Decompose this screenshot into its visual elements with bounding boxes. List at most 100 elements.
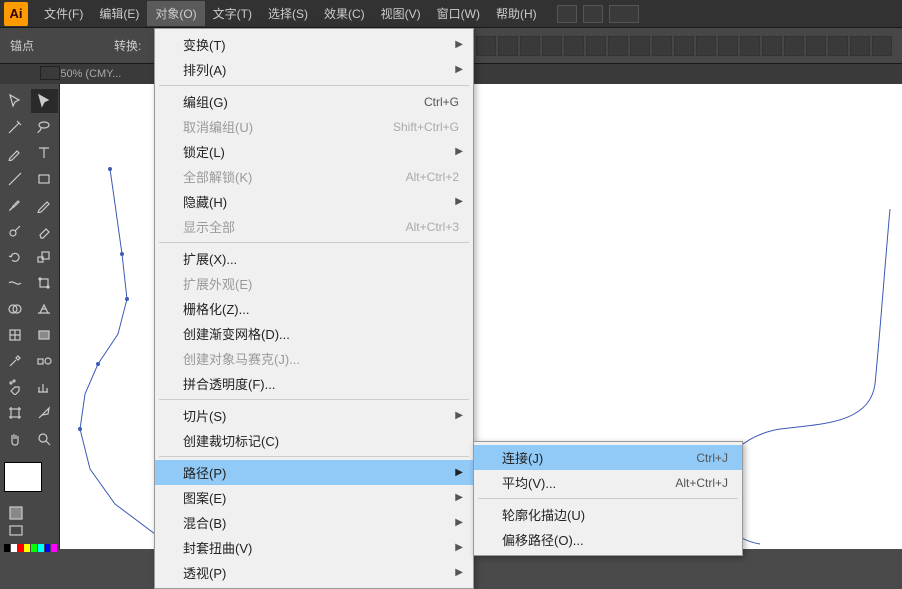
color-swatch[interactable]: [51, 544, 57, 552]
cb-icon[interactable]: [872, 36, 892, 56]
menu-item[interactable]: 路径(P)▶: [155, 460, 473, 485]
menu-item[interactable]: 偏移路径(O)...: [474, 527, 742, 552]
menubar-layout-icon[interactable]: [609, 5, 639, 23]
cb-icon[interactable]: [630, 36, 650, 56]
blob-brush-tool-icon[interactable]: [1, 219, 29, 243]
menu-item[interactable]: 扩展(X)...: [155, 246, 473, 271]
menu-item[interactable]: 平均(V)...Alt+Ctrl+J: [474, 470, 742, 495]
menu-item[interactable]: 图案(E)▶: [155, 485, 473, 510]
perspective-grid-tool-icon[interactable]: [31, 297, 59, 321]
cb-icon[interactable]: [608, 36, 628, 56]
symbol-sprayer-tool-icon[interactable]: [1, 375, 29, 399]
change-screen-icon[interactable]: [31, 523, 57, 539]
cb-icon[interactable]: [498, 36, 518, 56]
direct-selection-tool-icon[interactable]: [31, 89, 59, 113]
scale-tool-icon[interactable]: [31, 245, 59, 269]
color-swatch[interactable]: [38, 544, 44, 552]
cb-icon[interactable]: [784, 36, 804, 56]
fill-swatch-icon[interactable]: [4, 462, 42, 492]
cb-icon[interactable]: [740, 36, 760, 56]
fill-stroke-swatches[interactable]: [0, 458, 59, 554]
menu-item[interactable]: 变换(T)▶: [155, 32, 473, 57]
blend-tool-icon[interactable]: [31, 349, 59, 373]
cb-icon[interactable]: [696, 36, 716, 56]
lasso-tool-icon[interactable]: [31, 115, 59, 139]
color-swatch[interactable]: [31, 544, 37, 552]
color-swatch[interactable]: [45, 544, 51, 552]
gradient-tool-icon[interactable]: [31, 323, 59, 347]
menu-item[interactable]: 连接(J)Ctrl+J: [474, 445, 742, 470]
menu-item-label: 隐藏(H): [183, 192, 459, 211]
artboard-tool-icon[interactable]: [1, 401, 29, 425]
menu-item[interactable]: 切片(S)▶: [155, 403, 473, 428]
menu-item[interactable]: 栅格化(Z)...: [155, 296, 473, 321]
cb-icon[interactable]: [850, 36, 870, 56]
eyedropper-tool-icon[interactable]: [1, 349, 29, 373]
cb-icon[interactable]: [520, 36, 540, 56]
pen-tool-icon[interactable]: [1, 141, 29, 165]
column-graph-tool-icon[interactable]: [31, 375, 59, 399]
line-tool-icon[interactable]: [1, 167, 29, 191]
mesh-tool-icon[interactable]: [1, 323, 29, 347]
menu-bar: Ai 文件(F)编辑(E)对象(O)文字(T)选择(S)效果(C)视图(V)窗口…: [0, 0, 902, 28]
gradient-mode-icon[interactable]: [31, 505, 57, 521]
cb-icon[interactable]: [476, 36, 496, 56]
shape-builder-tool-icon[interactable]: [1, 297, 29, 321]
cb-icon[interactable]: [674, 36, 694, 56]
paintbrush-tool-icon[interactable]: [1, 193, 29, 217]
menu-item[interactable]: 封套扭曲(V)▶: [155, 535, 473, 560]
panel-collapse-handle[interactable]: [40, 66, 60, 80]
cb-icon[interactable]: [806, 36, 826, 56]
menu-item[interactable]: 效果(C): [316, 1, 373, 26]
menu-item[interactable]: 轮廓化描边(U): [474, 502, 742, 527]
cb-icon[interactable]: [542, 36, 562, 56]
color-swatch[interactable]: [24, 544, 30, 552]
menu-item[interactable]: 排列(A)▶: [155, 57, 473, 82]
cb-icon[interactable]: [586, 36, 606, 56]
menu-item[interactable]: 视图(V): [373, 1, 429, 26]
menu-item[interactable]: 文字(T): [205, 1, 260, 26]
cb-icon[interactable]: [718, 36, 738, 56]
menu-item[interactable]: 对象(O): [147, 1, 204, 26]
cb-icon[interactable]: [652, 36, 672, 56]
menu-item: 创建对象马赛克(J)...: [155, 346, 473, 371]
menu-item[interactable]: 文件(F): [36, 1, 91, 26]
menu-item: 扩展外观(E): [155, 271, 473, 296]
menu-item[interactable]: 混合(B)▶: [155, 510, 473, 535]
zoom-tool-icon[interactable]: [31, 427, 59, 451]
color-mode-icon[interactable]: [3, 505, 29, 521]
screen-mode-icon[interactable]: [3, 523, 29, 539]
rotate-tool-icon[interactable]: [1, 245, 29, 269]
menu-item-label: 变换(T): [183, 35, 459, 54]
cb-icon[interactable]: [828, 36, 848, 56]
menu-item[interactable]: 帮助(H): [488, 1, 545, 26]
cb-icon[interactable]: [762, 36, 782, 56]
color-swatch[interactable]: [18, 544, 24, 552]
menu-item[interactable]: 编辑(E): [91, 1, 147, 26]
width-tool-icon[interactable]: [1, 271, 29, 295]
menubar-icon-1[interactable]: [557, 5, 577, 23]
menubar-icon-2[interactable]: [583, 5, 603, 23]
menu-item[interactable]: 创建渐变网格(D)...: [155, 321, 473, 346]
menu-item[interactable]: 窗口(W): [429, 1, 488, 26]
color-swatch[interactable]: [11, 544, 17, 552]
menu-item[interactable]: 拼合透明度(F)...: [155, 371, 473, 396]
eraser-tool-icon[interactable]: [31, 219, 59, 243]
rectangle-tool-icon[interactable]: [31, 167, 59, 191]
menu-item[interactable]: 选择(S): [260, 1, 316, 26]
hand-tool-icon[interactable]: [1, 427, 29, 451]
menu-item[interactable]: 编组(G)Ctrl+G: [155, 89, 473, 114]
menu-item[interactable]: 锁定(L)▶: [155, 139, 473, 164]
menu-item-label: 扩展(X)...: [183, 249, 459, 268]
menu-item[interactable]: 隐藏(H)▶: [155, 189, 473, 214]
cb-icon[interactable]: [564, 36, 584, 56]
color-swatch[interactable]: [4, 544, 10, 552]
magic-wand-tool-icon[interactable]: [1, 115, 29, 139]
selection-tool-icon[interactable]: [1, 89, 29, 113]
menu-item[interactable]: 透视(P)▶: [155, 560, 473, 585]
type-tool-icon[interactable]: [31, 141, 59, 165]
pencil-tool-icon[interactable]: [31, 193, 59, 217]
free-transform-tool-icon[interactable]: [31, 271, 59, 295]
menu-item[interactable]: 创建裁切标记(C): [155, 428, 473, 453]
slice-tool-icon[interactable]: [31, 401, 59, 425]
